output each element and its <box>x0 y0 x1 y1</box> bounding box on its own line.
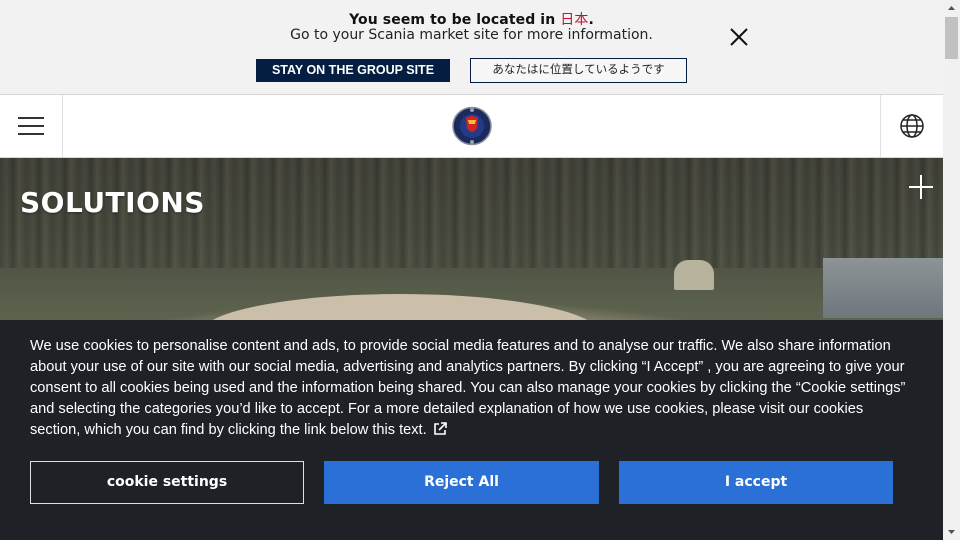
stay-on-group-site-button[interactable]: STAY ON THE GROUP SITE <box>256 59 450 82</box>
close-icon[interactable] <box>728 26 750 48</box>
globe-icon[interactable] <box>880 95 943 157</box>
location-prefix: You seem to be located in <box>349 12 561 28</box>
location-suffix: . <box>588 12 594 28</box>
cookie-settings-button[interactable]: cookie settings <box>30 461 304 504</box>
scania-logo-icon[interactable] <box>451 106 493 146</box>
accept-cookies-button[interactable]: I accept <box>619 461 893 504</box>
location-message: You seem to be located in 日本. <box>0 9 943 29</box>
go-to-local-site-button[interactable]: あなたはに位置しているようです <box>470 58 687 83</box>
plus-icon[interactable] <box>908 174 934 200</box>
scroll-down-arrow-icon[interactable] <box>943 523 960 540</box>
location-country: 日本 <box>560 12 589 28</box>
location-banner: You seem to be located in 日本. Go to your… <box>0 0 943 95</box>
page: You seem to be located in 日本. Go to your… <box>0 0 943 540</box>
site-header <box>0 95 943 158</box>
hamburger-menu-icon[interactable] <box>0 95 63 157</box>
cookie-message-text: We use cookies to personalise content an… <box>30 338 906 438</box>
external-link-icon[interactable] <box>433 422 447 436</box>
hero-house <box>674 260 714 290</box>
scroll-up-arrow-icon[interactable] <box>943 0 960 17</box>
cookie-consent-banner: We use cookies to personalise content an… <box>0 320 943 540</box>
vertical-scrollbar[interactable] <box>943 0 960 540</box>
cookie-message: We use cookies to personalise content an… <box>30 336 910 441</box>
hero-water <box>823 258 943 318</box>
hero-title: SOLUTIONS <box>20 186 205 219</box>
reject-all-button[interactable]: Reject All <box>324 461 599 504</box>
location-submessage: Go to your Scania market site for more i… <box>290 27 653 43</box>
scrollbar-thumb[interactable] <box>945 17 958 59</box>
